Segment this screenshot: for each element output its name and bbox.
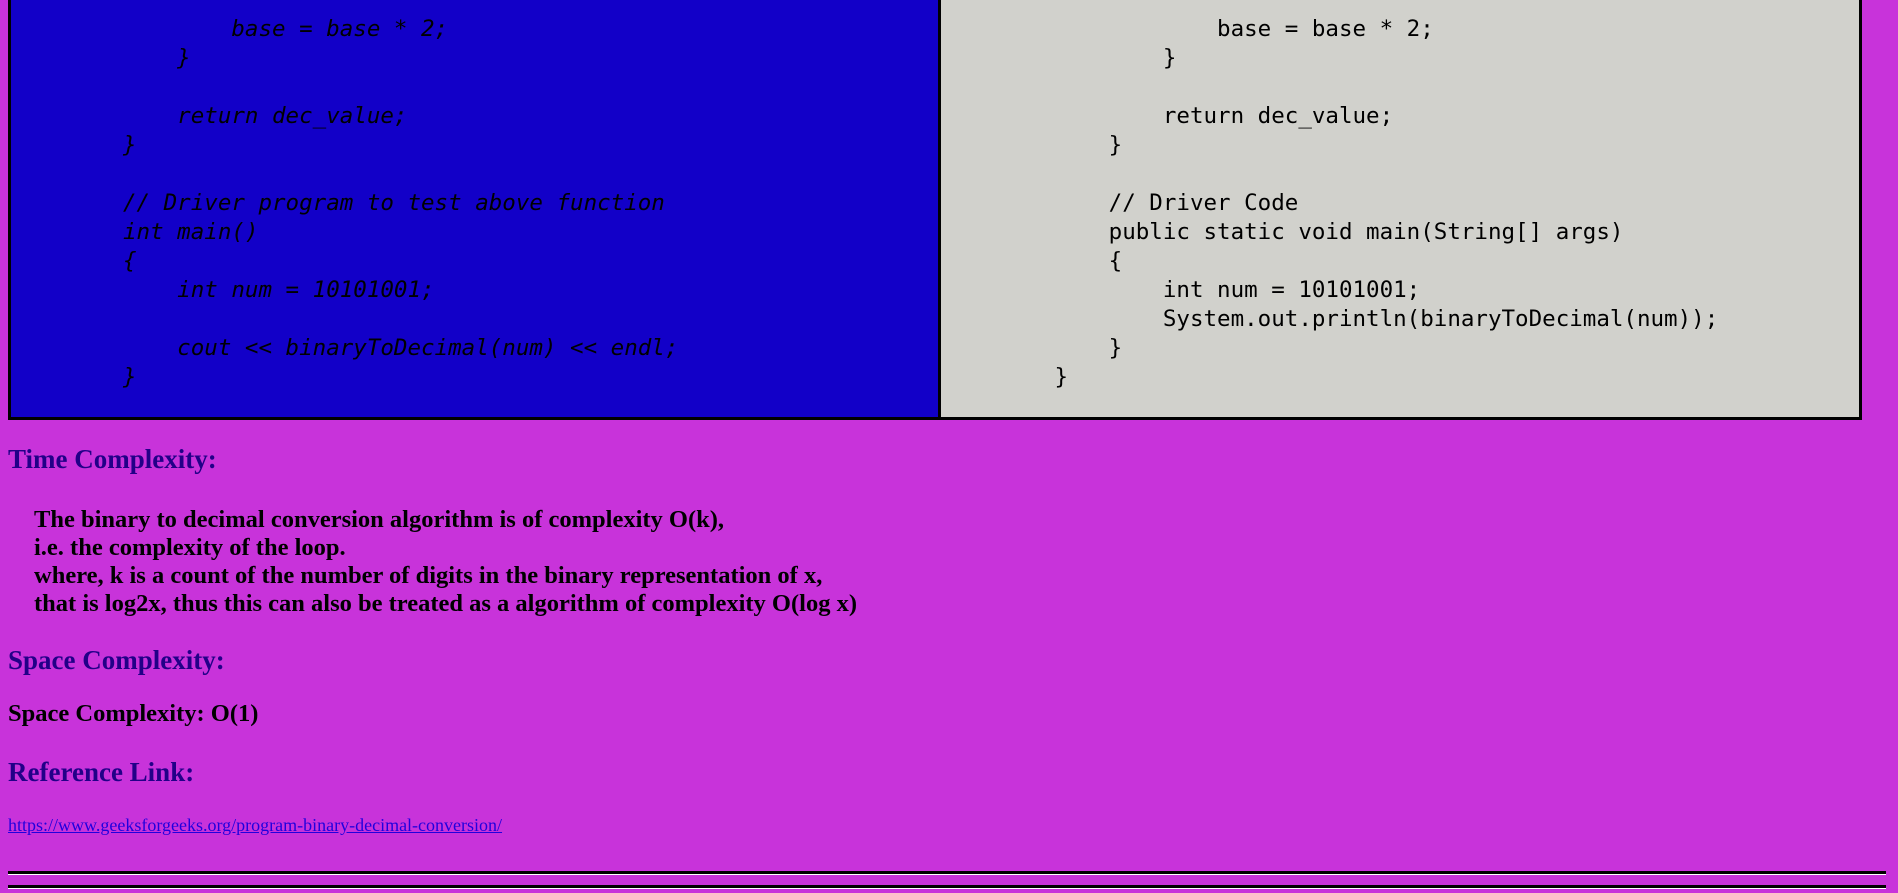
time-complexity-heading: Time Complexity: xyxy=(8,444,217,474)
horizontal-divider xyxy=(8,871,1886,875)
horizontal-divider xyxy=(8,885,1886,889)
reference-link[interactable]: https://www.geeksforgeeks.org/program-bi… xyxy=(8,816,502,834)
time-complexity-line: that is log2x, thus this can also be tre… xyxy=(34,590,857,617)
time-complexity-description: The binary to decimal conversion algorit… xyxy=(34,506,857,618)
cpp-code-block: base = base * 2; } return dec_value; } /… xyxy=(123,16,679,390)
time-complexity-line: where, k is a count of the number of dig… xyxy=(34,562,823,589)
java-code-panel: base = base * 2; } return dec_value; } /… xyxy=(941,0,1862,420)
space-complexity-heading: Space Complexity: xyxy=(8,645,225,675)
code-comparison: base = base * 2; } return dec_value; } /… xyxy=(8,0,1862,420)
cpp-code-panel: base = base * 2; } return dec_value; } /… xyxy=(8,0,942,420)
reference-link-heading: Reference Link: xyxy=(8,757,195,787)
time-complexity-line: i.e. the complexity of the loop. xyxy=(34,534,346,561)
time-complexity-line: The binary to decimal conversion algorit… xyxy=(34,506,725,533)
space-complexity-value: Space Complexity: O(1) xyxy=(8,700,259,727)
java-code-block: base = base * 2; } return dec_value; } /… xyxy=(1054,16,1719,390)
